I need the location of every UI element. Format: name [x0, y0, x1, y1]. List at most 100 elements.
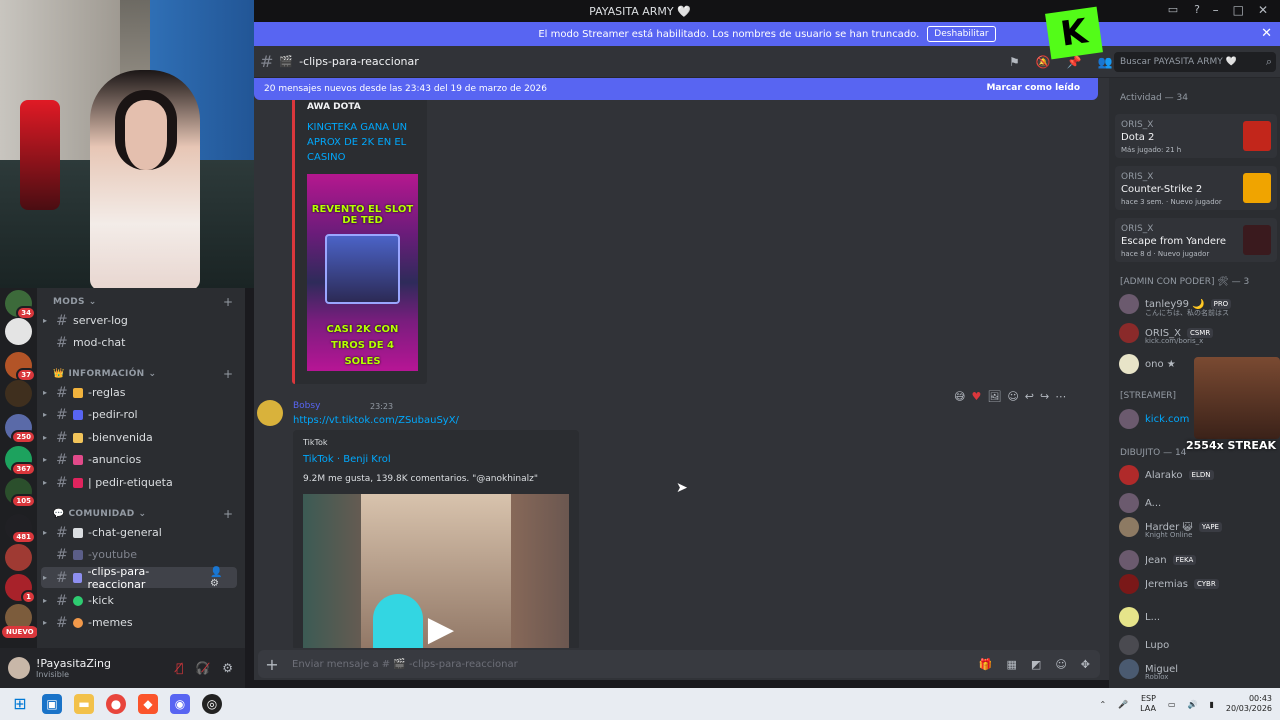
member-item[interactable]: Alarako ELDN [1119, 464, 1277, 486]
volume-icon[interactable]: 🔊 [1188, 700, 1198, 709]
channel-chat-general[interactable]: ▸ # -chat-general [41, 522, 237, 543]
close-window-button[interactable]: ✕ [1258, 3, 1268, 17]
folder-icon[interactable]: ▬ [74, 694, 94, 714]
avatar[interactable] [8, 657, 30, 679]
channel-pedir-rol[interactable]: ▸ # -pedir-rol [41, 404, 237, 425]
add-attachment-icon[interactable]: + [258, 655, 286, 674]
channel-youtube[interactable]: # -youtube [41, 544, 237, 565]
apps-icon[interactable]: ✥ [1081, 658, 1090, 671]
help-icon[interactable]: ? [1194, 3, 1200, 16]
server-icon[interactable] [5, 544, 32, 571]
tray-chevron-icon[interactable]: ⌃ [1099, 700, 1106, 709]
network-icon[interactable]: ▭ [1168, 700, 1176, 709]
member-list-icon[interactable]: 👥 [1098, 55, 1113, 69]
member-item[interactable]: Lupo [1119, 634, 1277, 656]
emoji-icon[interactable]: ☺ [1055, 658, 1066, 671]
server-icon[interactable]: 105 [5, 478, 36, 508]
user-settings-icon[interactable]: ⚙ [222, 661, 233, 675]
avatar [1119, 354, 1139, 374]
gift-icon[interactable]: 🎁 [979, 658, 993, 671]
reaction-image-icon[interactable]: 🖼 [987, 390, 1001, 403]
taskview-icon[interactable]: ▣ [42, 694, 62, 714]
server-icon[interactable]: 1 [5, 574, 36, 604]
channel-mod-chat[interactable]: # mod-chat [41, 332, 237, 353]
channel-clips-para-reaccionar[interactable]: ▸ # -clips-para-reaccionar 👤⚙ [41, 565, 237, 591]
embed-thumbnail[interactable]: REVENTO EL SLOT DE TED CASI 2K CON TIROS… [307, 174, 418, 371]
mark-read-button[interactable]: Marcar como leído [986, 83, 1080, 93]
activity-card[interactable]: ORIS_X Counter-Strike 2 hace 3 sem. · Nu… [1115, 166, 1277, 210]
start-icon[interactable]: ⊞ [10, 694, 30, 714]
avatar[interactable] [257, 400, 283, 426]
add-channel-icon[interactable]: + [223, 507, 233, 521]
server-icon[interactable]: 37 [5, 352, 36, 382]
member-item[interactable]: A... [1119, 492, 1277, 514]
maximize-button[interactable]: □ [1233, 3, 1244, 17]
close-banner-icon[interactable]: ✕ [1261, 26, 1272, 41]
chrome-icon[interactable]: ● [106, 694, 126, 714]
server-icon[interactable]: 34 [5, 290, 36, 320]
message-author[interactable]: Bobsy [293, 401, 320, 411]
add-channel-icon[interactable]: + [223, 295, 233, 309]
channel-bienvenida[interactable]: ▸ # -bienvenida [41, 427, 237, 448]
reply-icon[interactable]: ↩ [1025, 390, 1034, 403]
threads-icon[interactable]: ⚑ [1009, 55, 1020, 69]
kick-logo: K [1045, 6, 1103, 60]
mute-mic-icon[interactable]: 🎙̸ [176, 661, 183, 675]
gif-icon[interactable]: ▦ [1007, 658, 1017, 671]
channel-server-log[interactable]: ▸ # server-log [41, 310, 237, 331]
language-label[interactable]: ESP [1140, 694, 1156, 704]
add-channel-icon[interactable]: + [223, 367, 233, 381]
member-item[interactable]: L... [1119, 606, 1277, 628]
channel-settings-icon[interactable]: 👤⚙ [210, 567, 231, 589]
member-item[interactable]: Jeremias CYBR [1119, 573, 1277, 595]
play-icon[interactable]: ▶ [421, 609, 461, 648]
clock-time[interactable]: 00:43 [1226, 694, 1272, 704]
category-mods[interactable]: MODS ⌄ + [53, 295, 233, 309]
channel-label: server-log [73, 314, 128, 327]
category-community[interactable]: 💬 COMUNIDAD ⌄ + [53, 507, 233, 521]
forward-icon[interactable]: ↪ [1040, 390, 1049, 403]
add-reaction-icon[interactable]: ☺ [1007, 390, 1018, 403]
member-item[interactable]: tanley99 🌙 PRO こんにちは、私の名前はス [1119, 293, 1277, 317]
mic-icon[interactable]: 🎤 [1118, 700, 1128, 709]
server-badge: 367 [11, 462, 36, 476]
reaction-emoji-icon[interactable]: 😅 [954, 390, 965, 403]
category-info[interactable]: 👑 INFORMACIÓN ⌄ + [53, 367, 233, 381]
obs-icon[interactable]: ◎ [202, 694, 222, 714]
member-item[interactable]: Harder 😺 YAPE Knight Online [1119, 516, 1277, 539]
server-icon[interactable] [5, 318, 32, 345]
server-icon[interactable]: 367 [5, 446, 36, 476]
member-item[interactable]: Jean FEKA [1119, 549, 1277, 571]
heart-icon[interactable]: ♥ [971, 390, 981, 403]
server-icon[interactable]: 250 [5, 414, 36, 444]
channel-anuncios[interactable]: ▸ # -anuncios [41, 449, 237, 470]
search-input[interactable]: Buscar PAYASITA ARMY 🤍 ⌕ [1114, 52, 1276, 72]
minimize-button[interactable]: – [1213, 3, 1219, 17]
notifications-muted-icon[interactable]: 🔕 [1036, 55, 1051, 69]
brave-icon[interactable]: ◆ [138, 694, 158, 714]
embed-title-link[interactable]: TikTok · Benji Krol [303, 454, 391, 465]
activity-card[interactable]: ORIS_X Escape from Yandere hace 8 d · Nu… [1115, 218, 1277, 262]
server-icon[interactable]: 481 [5, 514, 36, 544]
message-link[interactable]: https://vt.tiktok.com/ZSubauSyX/ [293, 415, 459, 426]
channel-memes[interactable]: ▸ # -memes [41, 612, 237, 633]
disable-streamer-button[interactable]: Deshabilitar [927, 26, 996, 42]
new-messages-bar[interactable]: 20 mensajes nuevos desde las 23:43 del 1… [254, 78, 1098, 100]
battery-icon[interactable]: ▮ [1209, 700, 1213, 709]
message-input[interactable]: Enviar mensaje a # 🎬 -clips-para-reaccio… [292, 659, 518, 670]
member-item[interactable]: ORIS_X CSMR kick.com/boris_x [1119, 322, 1277, 345]
activity-card[interactable]: ORIS_X Dota 2 Más jugado: 21 h [1115, 114, 1277, 158]
channel-reglas[interactable]: ▸ # -reglas [41, 382, 237, 403]
channel-pedir-etiqueta[interactable]: ▸ # | pedir-etiqueta [41, 472, 237, 493]
hash-icon: # [55, 569, 68, 586]
discord-icon[interactable]: ◉ [170, 694, 190, 714]
video-player[interactable]: ▶ [303, 494, 569, 648]
inbox-icon[interactable]: ▭ [1168, 3, 1178, 16]
sticker-icon[interactable]: ◩ [1031, 658, 1041, 671]
member-item[interactable]: Miguel Roblox [1119, 658, 1277, 681]
deafen-icon[interactable]: 🎧̸ [195, 661, 210, 675]
embed-title-link[interactable]: KINGTEKA GANA UN APROX DE 2K EN EL CASIN… [307, 120, 422, 165]
channel-kick[interactable]: ▸ # -kick [41, 590, 237, 611]
more-icon[interactable]: ⋯ [1055, 390, 1066, 403]
server-icon[interactable] [5, 380, 32, 407]
